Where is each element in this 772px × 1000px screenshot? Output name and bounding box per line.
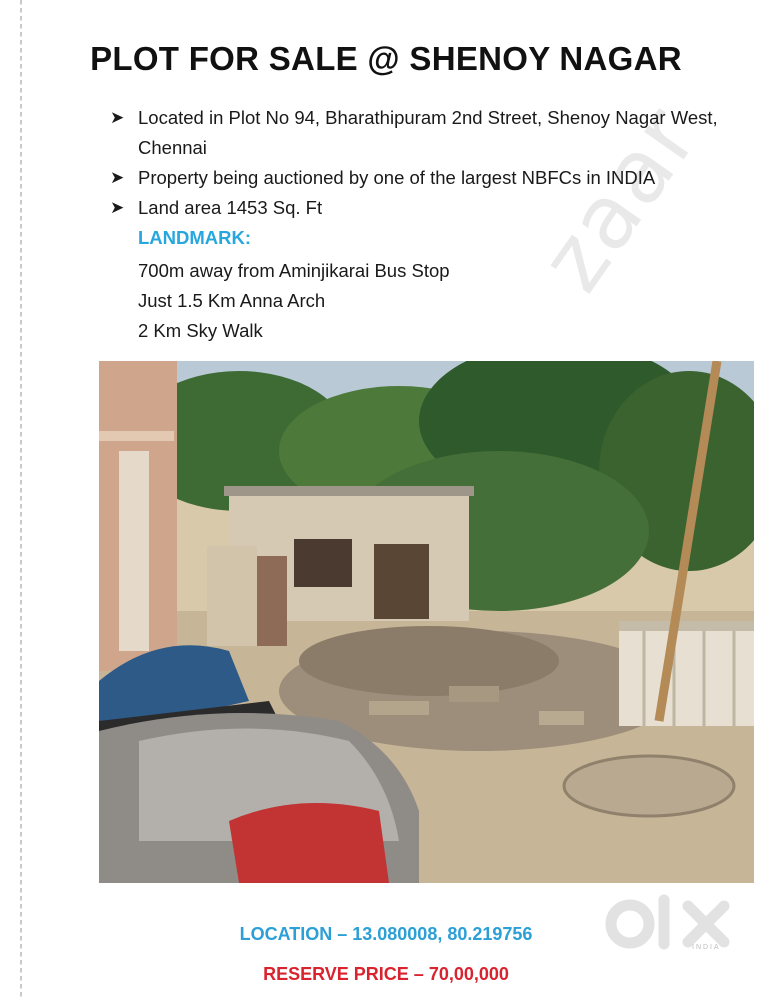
page-title: PLOT FOR SALE @ SHENOY NAGAR (90, 40, 682, 77)
landmark-item: 2 Km Sky Walk (138, 320, 263, 341)
bullet-text: Property being auctioned by one of the l… (138, 167, 656, 188)
page-dotted-border (20, 0, 22, 1000)
reserve-price: RESERVE PRICE – 70,00,000 (263, 964, 509, 984)
property-details-list: ➤ Located in Plot No 94, Bharathipuram 2… (110, 103, 750, 223)
arrow-right-icon: ➤ (110, 198, 125, 217)
list-item: ➤ Property being auctioned by one of the… (110, 163, 750, 193)
list-item: ➤ Located in Plot No 94, Bharathipuram 2… (110, 103, 750, 163)
arrow-right-icon: ➤ (110, 168, 125, 187)
landmark-heading: LANDMARK: (138, 227, 252, 248)
list-item: ➤ Land area 1453 Sq. Ft (110, 193, 750, 223)
bullet-text: Located in Plot No 94, Bharathipuram 2nd… (138, 107, 718, 158)
landmark-item: Just 1.5 Km Anna Arch (138, 290, 326, 311)
arrow-right-icon: ➤ (110, 108, 125, 127)
plot-photo (99, 361, 754, 883)
landmark-list: 700m away from Aminjikarai Bus Stop Just… (138, 256, 450, 346)
olx-logo-subtext: INDIA (692, 944, 721, 951)
bullet-text: Land area 1453 Sq. Ft (138, 197, 323, 218)
landmark-item: 700m away from Aminjikarai Bus Stop (138, 260, 450, 281)
